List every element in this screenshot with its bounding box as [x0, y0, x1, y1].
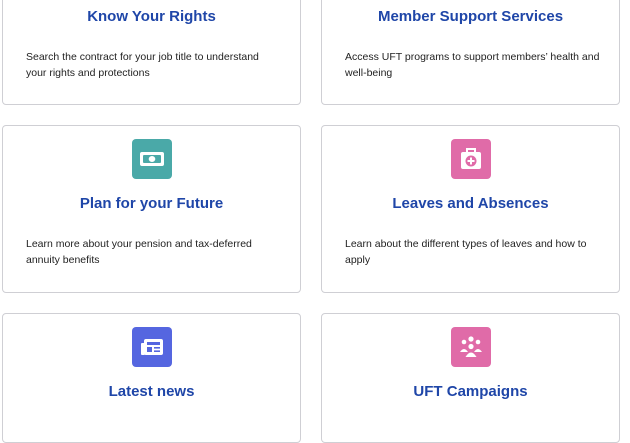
card-title: Member Support Services	[377, 8, 564, 25]
card-description: Search the contract for your job title t…	[26, 51, 259, 79]
newspaper-icon	[131, 327, 172, 367]
medical-kit-icon	[450, 139, 491, 179]
money-icon	[131, 139, 172, 179]
card-title: Leaves and Absences	[392, 195, 549, 212]
card-know-your-rights[interactable]: Know Your Rights Search the contract for…	[2, 0, 301, 105]
card-leaves-and-absences[interactable]: Leaves and Absences Learn about the diff…	[321, 125, 620, 293]
people-group-icon	[450, 327, 491, 367]
card-description: Learn more about your pension and tax-de…	[26, 238, 252, 266]
card-description: Learn about the different types of leave…	[345, 238, 587, 266]
card-uft-campaigns[interactable]: UFT Campaigns	[321, 313, 620, 443]
card-plan-for-your-future[interactable]: Plan for your Future Learn more about yo…	[2, 125, 301, 293]
card-member-support-services[interactable]: Member Support Services Access UFT progr…	[321, 0, 620, 105]
card-latest-news[interactable]: Latest news	[2, 313, 301, 443]
card-title: Plan for your Future	[79, 195, 224, 212]
card-description: Access UFT programs to support members’ …	[345, 51, 600, 79]
card-title: Latest news	[108, 383, 195, 400]
card-title: UFT Campaigns	[413, 383, 528, 400]
card-title: Know Your Rights	[87, 8, 216, 25]
